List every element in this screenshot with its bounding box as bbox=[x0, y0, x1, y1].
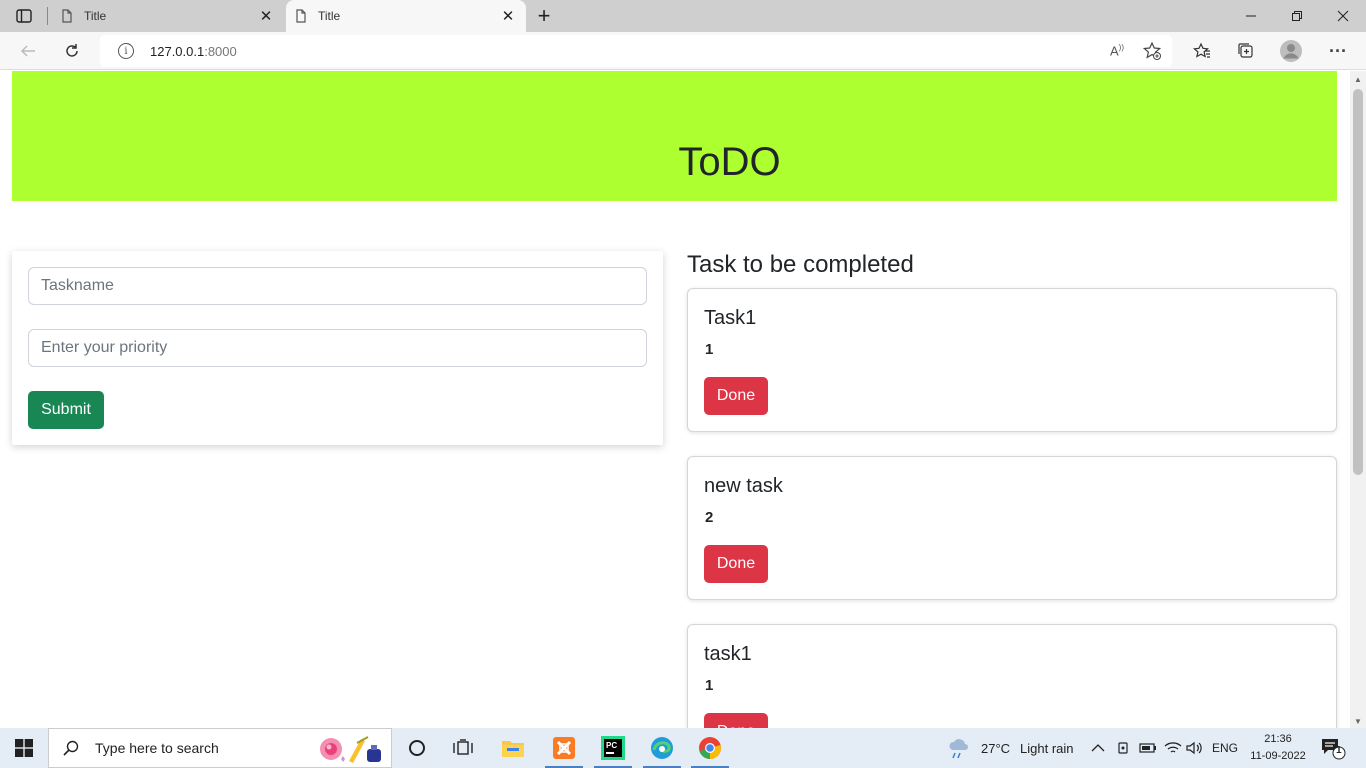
edge-browser-icon[interactable] bbox=[639, 728, 685, 768]
clock-date: 11-09-2022 bbox=[1250, 750, 1306, 762]
back-arrow-icon[interactable] bbox=[15, 38, 41, 64]
windows-taskbar: Type here to search PC 27°C Light rain E… bbox=[0, 728, 1366, 768]
taskname-input[interactable] bbox=[28, 267, 647, 305]
cortana-circle-icon[interactable] bbox=[394, 728, 440, 768]
system-clock[interactable]: 21:36 11-09-2022 bbox=[1246, 731, 1310, 765]
task-priority: 2 bbox=[705, 509, 714, 526]
favorites-icon[interactable] bbox=[1189, 38, 1215, 64]
done-button[interactable]: Done bbox=[704, 713, 768, 728]
tab-actions-icon[interactable] bbox=[8, 4, 40, 28]
header-banner: ToDO bbox=[12, 71, 1337, 201]
add-task-form: Submit bbox=[12, 251, 663, 445]
tab-title: Title bbox=[84, 9, 107, 23]
priority-input[interactable] bbox=[28, 329, 647, 367]
minimize-icon[interactable] bbox=[1228, 0, 1274, 32]
collections-icon[interactable] bbox=[1233, 38, 1259, 64]
meet-now-icon[interactable] bbox=[1116, 728, 1130, 768]
scrollbar-thumb[interactable] bbox=[1353, 89, 1363, 475]
task-name: Task1 bbox=[704, 307, 757, 329]
profile-avatar-icon[interactable] bbox=[1278, 38, 1304, 64]
input-language[interactable]: ENG bbox=[1212, 728, 1238, 768]
url-text: 127.0.0.1:8000 bbox=[150, 43, 237, 59]
tab-title: Title bbox=[318, 9, 341, 23]
taskbar-search-box[interactable]: Type here to search bbox=[48, 728, 392, 768]
browser-tab-2[interactable]: Title ✕ bbox=[286, 0, 526, 32]
task-view-icon[interactable] bbox=[440, 728, 486, 768]
weather-condition: Light rain bbox=[1020, 740, 1074, 756]
weather-widget[interactable]: 27°C Light rain bbox=[947, 728, 1074, 768]
battery-icon[interactable] bbox=[1139, 728, 1157, 768]
wifi-icon[interactable] bbox=[1164, 728, 1182, 768]
notification-count: 1 bbox=[1336, 745, 1342, 756]
document-icon bbox=[296, 9, 306, 23]
task-priority: 1 bbox=[705, 341, 714, 358]
page-title: ToDO bbox=[678, 140, 781, 184]
close-icon[interactable]: ✕ bbox=[496, 4, 520, 28]
new-tab-plus-icon[interactable]: + bbox=[532, 3, 556, 28]
page-scrollbar[interactable]: ▲ ▼ bbox=[1350, 71, 1366, 728]
tab-separator bbox=[47, 7, 48, 25]
tray-chevron-up-icon[interactable] bbox=[1091, 728, 1105, 768]
search-placeholder: Type here to search bbox=[95, 740, 219, 756]
svg-text:PC: PC bbox=[606, 741, 617, 750]
notification-center-icon[interactable]: 1 bbox=[1320, 736, 1346, 765]
xampp-icon[interactable] bbox=[541, 728, 587, 768]
close-icon[interactable]: ✕ bbox=[254, 4, 278, 28]
search-icon bbox=[63, 740, 79, 756]
file-explorer-icon[interactable] bbox=[490, 728, 536, 768]
volume-icon[interactable] bbox=[1186, 728, 1204, 768]
task-name: new task bbox=[704, 475, 783, 497]
clock-time: 21:36 bbox=[1264, 733, 1292, 745]
refresh-icon[interactable] bbox=[59, 38, 85, 64]
rain-cloud-icon bbox=[949, 739, 968, 759]
tasks-heading: Task to be completed bbox=[687, 251, 914, 278]
task-card: new task 2 Done bbox=[687, 456, 1337, 600]
submit-button[interactable]: Submit bbox=[28, 391, 104, 429]
page-content: ToDO Submit Task to be completed Task1 1… bbox=[0, 71, 1350, 728]
chrome-icon[interactable] bbox=[687, 728, 733, 768]
weather-temp: 27°C bbox=[981, 740, 1011, 756]
more-options-icon[interactable]: ··· bbox=[1325, 38, 1351, 64]
browser-toolbar: i 127.0.0.1:8000 A)) ··· bbox=[0, 32, 1366, 70]
windows-start-icon[interactable] bbox=[0, 728, 48, 768]
document-icon bbox=[62, 9, 72, 23]
site-info-icon[interactable]: i bbox=[118, 43, 134, 59]
add-favorite-icon[interactable] bbox=[1142, 41, 1162, 61]
window-close-icon[interactable] bbox=[1320, 0, 1366, 32]
task-card: task1 1 Done bbox=[687, 624, 1337, 728]
pycharm-icon[interactable]: PC bbox=[590, 728, 636, 768]
browser-tab-strip: Title ✕ Title ✕ + bbox=[0, 0, 1366, 32]
search-highlight-illustration-icon bbox=[320, 736, 381, 763]
done-button[interactable]: Done bbox=[704, 545, 768, 583]
task-priority: 1 bbox=[705, 677, 714, 694]
scroll-up-arrow-icon[interactable]: ▲ bbox=[1354, 75, 1362, 84]
task-name: task1 bbox=[704, 643, 752, 665]
restore-icon[interactable] bbox=[1274, 0, 1320, 32]
done-button[interactable]: Done bbox=[704, 377, 768, 415]
task-card: Task1 1 Done bbox=[687, 288, 1337, 432]
browser-tab-1[interactable]: Title ✕ bbox=[52, 0, 284, 32]
read-aloud-icon[interactable]: A)) bbox=[1110, 43, 1124, 58]
address-bar[interactable]: i 127.0.0.1:8000 A)) bbox=[100, 35, 1172, 67]
scroll-down-arrow-icon[interactable]: ▼ bbox=[1354, 717, 1362, 726]
